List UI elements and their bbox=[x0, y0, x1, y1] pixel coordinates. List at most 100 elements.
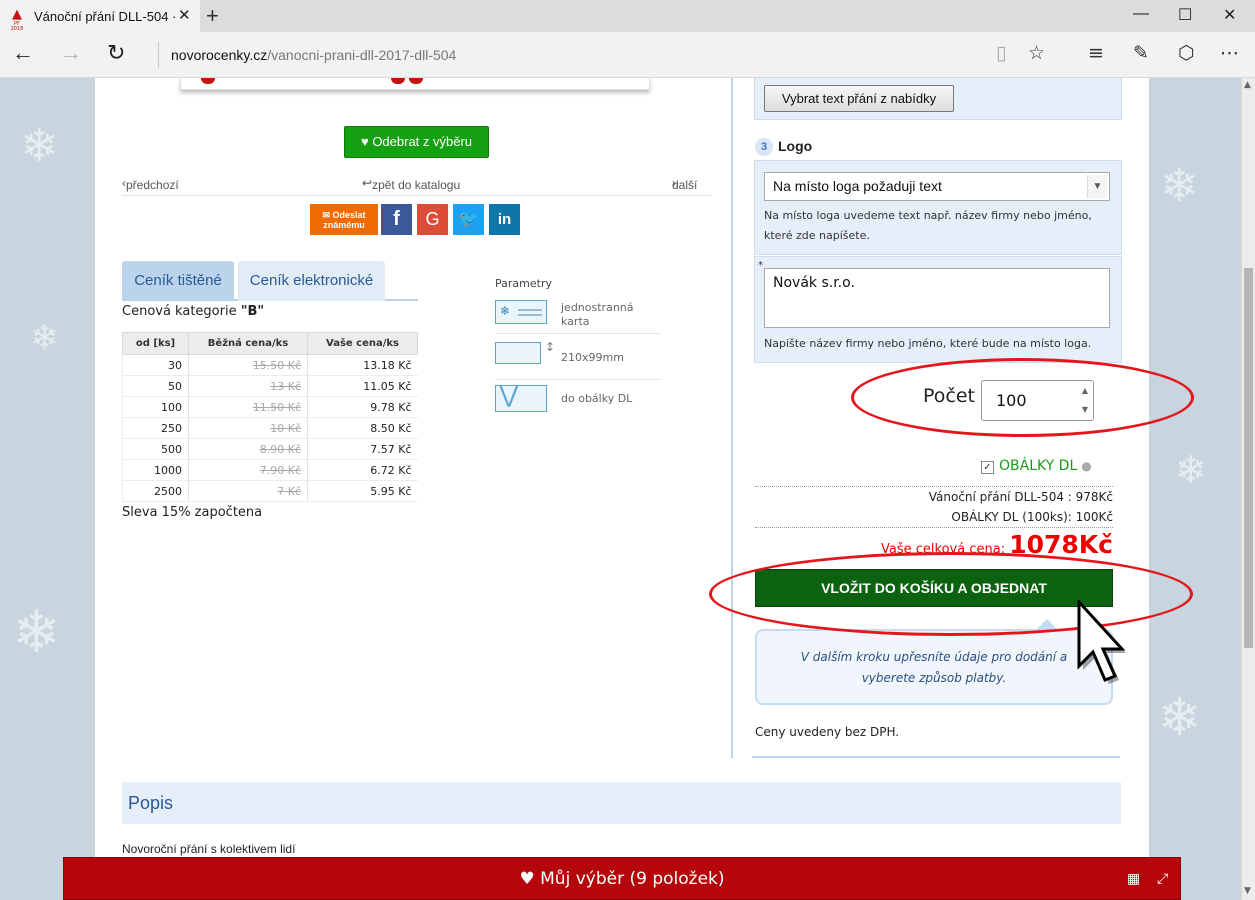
snowflake-icon: ❄ bbox=[20, 118, 59, 172]
address-bar[interactable]: novorocenky.cz/vanocni-prani-dll-2017-dl… bbox=[158, 42, 456, 68]
summary-envelopes-line: OBÁLKY DL (100ks): 100Kč bbox=[951, 510, 1113, 524]
your-price: 9.78 Kč bbox=[307, 396, 418, 418]
back-arrow-icon[interactable]: ← bbox=[12, 40, 34, 66]
minimize-icon[interactable]: — bbox=[1133, 5, 1149, 23]
regular-price: 10 Kč bbox=[188, 417, 308, 439]
url-path: /vanocni-prani-dll-2017-dll-504 bbox=[267, 47, 457, 63]
qty: 1000 bbox=[122, 459, 189, 481]
web-note-icon[interactable]: ✎ bbox=[1133, 42, 1149, 64]
regular-price: 7 Kč bbox=[188, 480, 308, 502]
company-name-input[interactable]: Novák s.r.o. bbox=[764, 268, 1110, 328]
pick-greeting-text-button[interactable]: Vybrat text přání z nabídky bbox=[764, 85, 954, 112]
tab-title: Vánoční přání DLL-504 · bbox=[34, 9, 177, 24]
table-row: 30 15.50 Kč 13.18 Kč bbox=[122, 354, 418, 376]
snowflake-icon: ❄ bbox=[1175, 448, 1207, 492]
heart-icon: ♥ bbox=[519, 869, 535, 889]
snowflake-icon: ❄ bbox=[1160, 158, 1199, 212]
regular-price: 11.50 Kč bbox=[188, 396, 308, 418]
param-item: ↕ 210x99mm bbox=[495, 336, 661, 380]
logo-title: Logo bbox=[778, 138, 813, 154]
grid-icon[interactable]: ▦ bbox=[1127, 858, 1140, 900]
regular-price: 15.50 Kč bbox=[188, 354, 308, 376]
hub-icon[interactable]: ≡ bbox=[1088, 42, 1104, 64]
expand-icon[interactable]: ⤢ bbox=[1157, 858, 1168, 900]
params-title: Parametry bbox=[495, 277, 552, 290]
close-window-icon[interactable]: ✕ bbox=[1223, 5, 1236, 25]
mouse-cursor-icon bbox=[1077, 600, 1126, 684]
maximize-icon[interactable]: ☐ bbox=[1178, 5, 1192, 25]
summary-card-line: Vánoční přání DLL-504 : 978Kč bbox=[928, 490, 1113, 504]
qty: 2500 bbox=[122, 480, 189, 502]
favorite-star-icon[interactable]: ☆ bbox=[1028, 42, 1045, 64]
envelopes-label: OBÁLKY DL bbox=[999, 458, 1078, 474]
divider bbox=[755, 527, 1113, 528]
company-name-box: * Novák s.r.o. Napište název firmy nebo … bbox=[754, 256, 1122, 363]
refresh-icon[interactable]: ↻ bbox=[107, 40, 125, 66]
logo-option-select[interactable]: Na místo loga požaduji text ▼ bbox=[764, 172, 1110, 201]
tab-electronic-pricing[interactable]: Ceník elektronické bbox=[238, 261, 385, 301]
snowflake-icon: ❄ bbox=[12, 598, 61, 666]
mail-label-1: Odeslat bbox=[332, 210, 366, 220]
logo-hint: Na místo loga uvedeme text např. název f… bbox=[764, 206, 1092, 246]
table-row: 100 11.50 Kč 9.78 Kč bbox=[122, 396, 418, 418]
forward-arrow-icon[interactable]: → bbox=[60, 40, 82, 66]
your-price: 13.18 Kč bbox=[307, 354, 418, 376]
linkedin-share-icon[interactable]: in bbox=[489, 204, 520, 235]
envelope-dl-icon: ⋁ bbox=[495, 385, 547, 412]
your-price: 7.57 Kč bbox=[307, 438, 418, 460]
next-link[interactable]: další › bbox=[672, 176, 697, 192]
facebook-share-icon[interactable]: f bbox=[381, 204, 412, 235]
your-price: 8.50 Kč bbox=[307, 417, 418, 439]
table-row: 1000 7.90 Kč 6.72 Kč bbox=[122, 459, 418, 481]
browser-tab[interactable]: ▲ PF 2018 Vánoční přání DLL-504 · ✕ bbox=[0, 0, 200, 32]
required-marker: * bbox=[758, 260, 763, 271]
page-content: ♥ Odebrat z výběru ‹ předchozí ↩ zpět do… bbox=[95, 78, 1149, 900]
my-selection-label: Můj výběr (9 položek) bbox=[540, 869, 725, 889]
card-one-sided-icon: ❄ bbox=[495, 300, 547, 324]
twitter-share-icon[interactable]: 🐦 bbox=[453, 204, 484, 235]
tab-close-icon[interactable]: ✕ bbox=[178, 6, 191, 24]
scroll-up-icon[interactable]: ▲ bbox=[1244, 80, 1251, 90]
greeting-text-box: Vybrat text přání z nabídky bbox=[754, 78, 1122, 120]
envelopes-option[interactable]: ✓ OBÁLKY DL ● bbox=[981, 458, 1092, 474]
reading-view-icon[interactable]: ▯ bbox=[996, 42, 1006, 64]
description-text: Novoroční přání s kolektivem lidí bbox=[122, 842, 296, 856]
regular-price: 7.90 Kč bbox=[188, 459, 308, 481]
next-link-label: další bbox=[672, 178, 698, 192]
remove-from-selection-button[interactable]: ♥ Odebrat z výběru bbox=[344, 126, 489, 158]
previous-link[interactable]: ‹ předchozí bbox=[122, 176, 179, 192]
logo-option-box: Na místo loga požaduji text ▼ Na místo lo… bbox=[754, 160, 1122, 255]
product-image bbox=[180, 78, 650, 90]
panel-divider bbox=[752, 756, 1120, 758]
param-item: ⋁ do obálky DL bbox=[495, 382, 661, 422]
send-to-friend-button[interactable]: ✉ Odeslat známému bbox=[310, 204, 378, 235]
checkbox-checked-icon[interactable]: ✓ bbox=[981, 461, 994, 474]
my-selection-bar[interactable]: ♥ Můj výběr (9 položek) ▦ ⤢ bbox=[63, 857, 1181, 900]
scroll-down-icon[interactable]: ▼ bbox=[1244, 886, 1251, 896]
vat-note: Ceny uvedeny bez DPH. bbox=[755, 725, 900, 739]
share-icon[interactable]: ⬡ bbox=[1178, 42, 1195, 64]
table-row: 500 8.90 Kč 7.57 Kč bbox=[122, 438, 418, 460]
page-scrollbar[interactable]: ▲ ▼ bbox=[1241, 78, 1255, 900]
google-share-icon[interactable]: G bbox=[417, 204, 448, 235]
new-tab-icon[interactable]: + bbox=[206, 3, 219, 29]
description-heading: Popis bbox=[122, 782, 1121, 824]
regular-price: 13 Kč bbox=[188, 375, 308, 397]
remove-button-label: Odebrat z výběru bbox=[372, 134, 473, 149]
chevron-down-icon: ▼ bbox=[1087, 175, 1107, 198]
back-to-catalog-link[interactable]: ↩ zpět do katalogu bbox=[362, 176, 460, 192]
pricing-tabs: Ceník tištěné Ceník elektronické bbox=[122, 261, 418, 301]
logo-option-value: Na místo loga požaduji text bbox=[773, 178, 942, 194]
step-number-icon: 3 bbox=[755, 138, 773, 156]
logo-hint-line-2: které zde napíšete. bbox=[764, 229, 870, 242]
param-label: 210x99mm bbox=[561, 351, 624, 364]
scroll-thumb[interactable] bbox=[1244, 268, 1253, 648]
category-label: Cenová kategorie bbox=[122, 304, 241, 319]
price-table: od [ks] Běžná cena/ks Vaše cena/ks 30 15.… bbox=[122, 332, 418, 502]
regular-price: 8.90 Kč bbox=[188, 438, 308, 460]
col-regular-price: Běžná cena/ks bbox=[188, 332, 308, 355]
category-value: "B" bbox=[240, 304, 265, 319]
qty: 250 bbox=[122, 417, 189, 439]
tab-printed-pricing[interactable]: Ceník tištěné bbox=[122, 261, 234, 301]
more-icon[interactable]: ⋯ bbox=[1220, 42, 1239, 64]
